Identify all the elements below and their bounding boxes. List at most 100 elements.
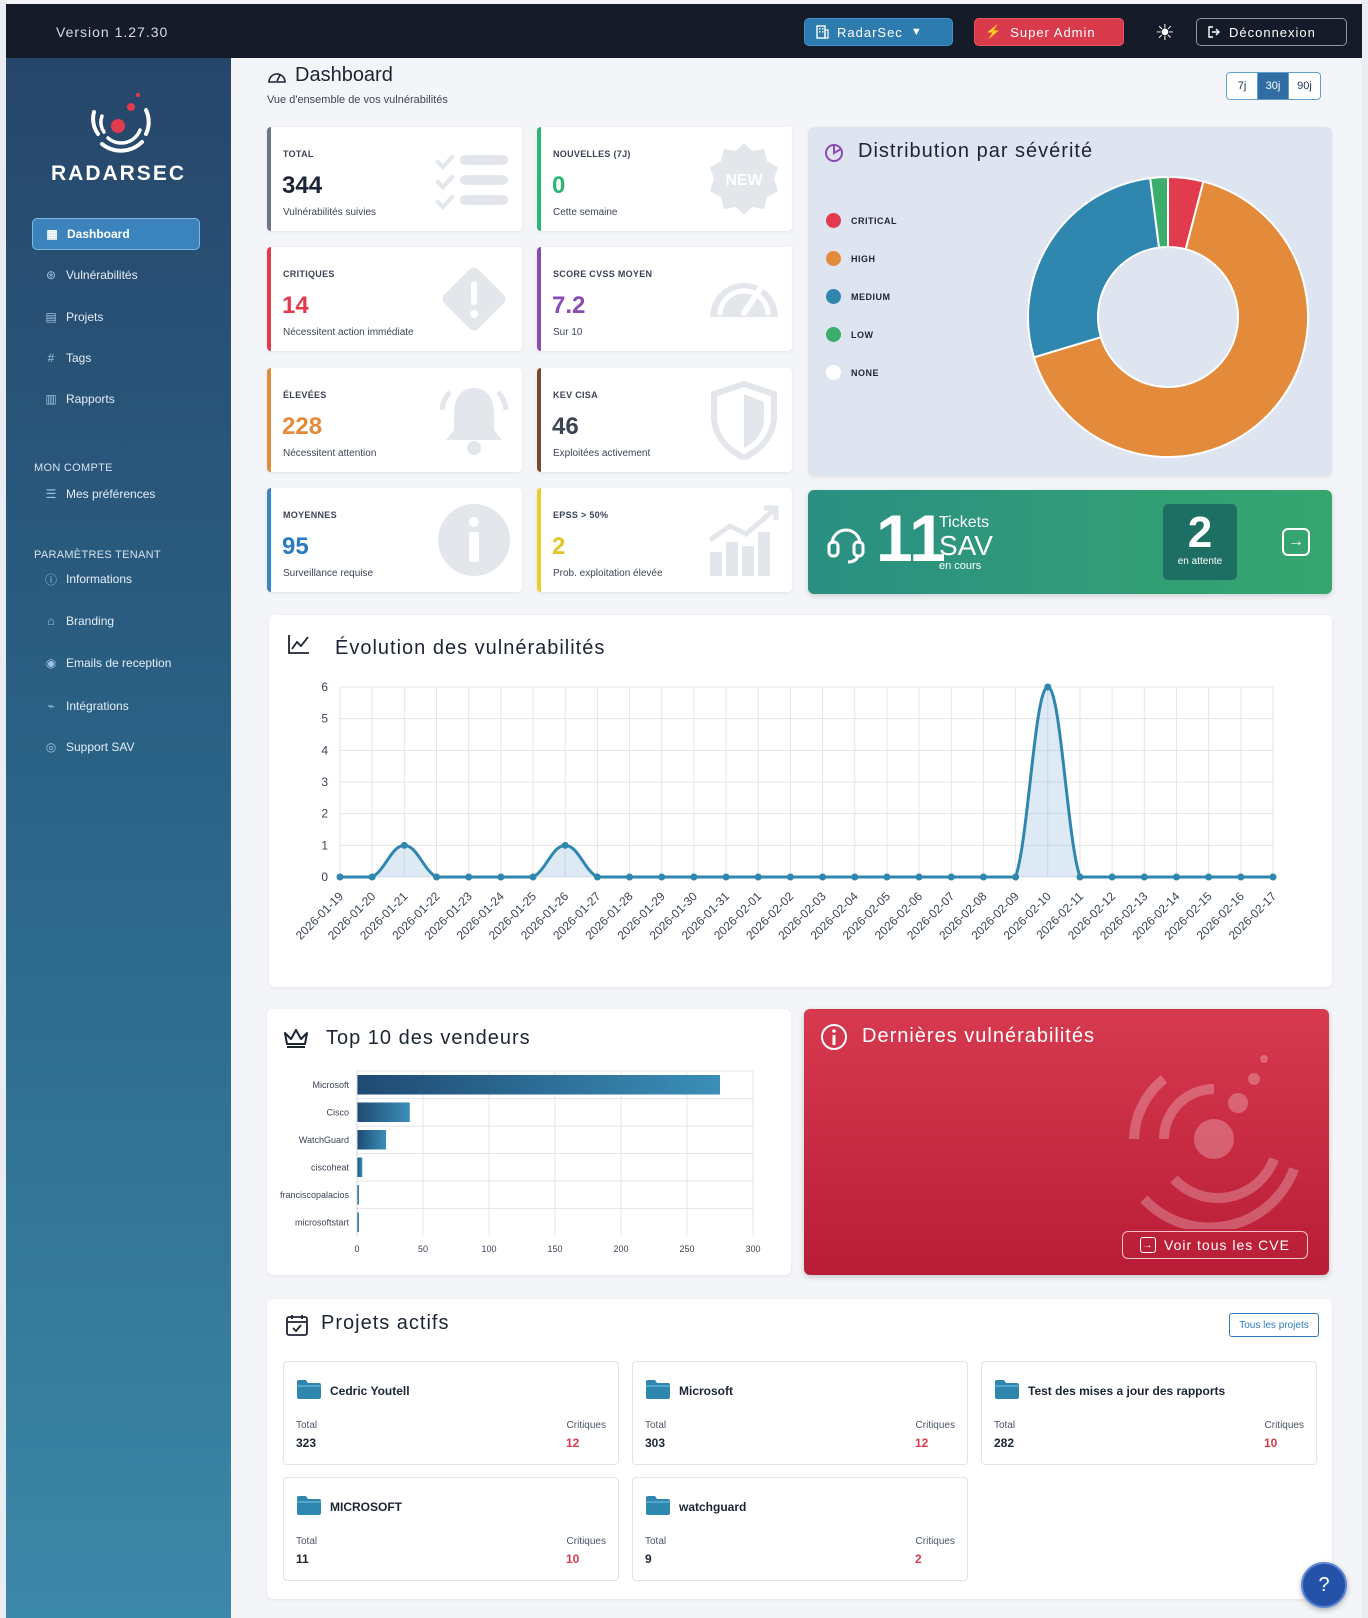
stat-card-elevees[interactable]: ÉLEVÉES 228 Nécessitent attention bbox=[267, 368, 522, 472]
project-total-label: Total bbox=[645, 1536, 667, 1547]
report-icon: ▥ bbox=[45, 392, 57, 406]
stat-card-total[interactable]: TOTAL 344 Vulnérabilités suivies bbox=[267, 127, 522, 231]
data-point bbox=[497, 873, 505, 881]
x-tick-label: 0 bbox=[354, 1244, 359, 1254]
stat-sub: Prob. exploitation élevée bbox=[553, 568, 663, 579]
project-total-value: 9 bbox=[645, 1552, 652, 1566]
legend-low[interactable]: LOW bbox=[826, 327, 874, 342]
project-total-value: 282 bbox=[994, 1436, 1015, 1450]
stat-sub: Nécessitent attention bbox=[283, 448, 377, 459]
bar-ciscoheat bbox=[357, 1157, 363, 1177]
theme-toggle-sun-icon[interactable]: ☀ bbox=[1155, 20, 1175, 46]
stat-card-cvss[interactable]: SCORE CVSS MOYEN 7.2 Sur 10 bbox=[537, 247, 792, 351]
project-card[interactable]: Microsoft Total 303 Critiques 12 bbox=[632, 1361, 968, 1465]
folder-icon bbox=[297, 1380, 321, 1399]
range-90j-button[interactable]: 90j bbox=[1289, 73, 1320, 99]
y-tick-label: 5 bbox=[321, 712, 328, 726]
legend-critical[interactable]: CRITICAL bbox=[826, 213, 897, 228]
legend-label: LOW bbox=[851, 329, 874, 340]
project-card[interactable]: MICROSOFT Total 11 Critiques 10 bbox=[283, 1477, 619, 1581]
new-badge-icon: NEW bbox=[710, 143, 778, 215]
bar-microsoft bbox=[357, 1075, 720, 1095]
section-mon-compte: MON COMPTE bbox=[34, 462, 113, 474]
page-title: Dashboard bbox=[267, 64, 393, 87]
tickets-sav-card[interactable]: 11 Tickets SAV en cours 2 en attente → bbox=[808, 490, 1332, 594]
hash-icon: # bbox=[47, 351, 55, 365]
sidebar-item-emails[interactable]: ◉ Emails de reception bbox=[32, 647, 200, 679]
info-circle-icon bbox=[438, 504, 510, 576]
stat-value: 2 bbox=[552, 533, 566, 560]
folder-icon bbox=[646, 1380, 670, 1399]
line-chart-icon bbox=[288, 635, 309, 654]
mail-icon: ◉ bbox=[45, 656, 57, 670]
data-point bbox=[851, 873, 859, 881]
stat-label: TOTAL bbox=[283, 149, 314, 159]
open-tickets-arrow-icon[interactable]: → bbox=[1282, 528, 1310, 556]
range-7j-button[interactable]: 7j bbox=[1227, 73, 1258, 99]
tickets-status-label: en cours bbox=[939, 560, 982, 572]
support-icon: ◎ bbox=[45, 740, 57, 754]
super-admin-button[interactable]: ⚡ Super Admin bbox=[974, 18, 1124, 46]
project-critical-value: 10 bbox=[566, 1552, 580, 1566]
legend-swatch bbox=[826, 365, 841, 380]
sidebar-item-label: Projets bbox=[66, 310, 104, 324]
sidebar-item-rapports[interactable]: ▥ Rapports bbox=[32, 383, 200, 415]
legend-none[interactable]: NONE bbox=[826, 365, 879, 380]
folder-icon bbox=[995, 1380, 1019, 1399]
logout-button[interactable]: Déconnexion bbox=[1196, 18, 1347, 46]
folder-icon: ▤ bbox=[45, 310, 57, 324]
growth-chart-icon bbox=[708, 505, 779, 576]
stat-card-critiques[interactable]: CRITIQUES 14 Nécessitent action immédiat… bbox=[267, 247, 522, 351]
sidebar-item-informations[interactable]: ⓘ Informations bbox=[32, 563, 200, 595]
data-point bbox=[819, 873, 827, 881]
legend-medium[interactable]: MEDIUM bbox=[826, 289, 891, 304]
tenant-switcher-button[interactable]: RadarSec ▼ bbox=[804, 18, 953, 46]
stat-sub: Cette semaine bbox=[553, 207, 618, 218]
sidebar-item-label: Tags bbox=[66, 351, 92, 365]
sidebar-item-label: Support SAV bbox=[66, 740, 135, 754]
headset-icon bbox=[827, 528, 865, 564]
sidebar-item-projets[interactable]: ▤ Projets bbox=[32, 301, 200, 333]
legend-label: MEDIUM bbox=[851, 291, 891, 302]
project-card[interactable]: Test des mises a jour des rapports Total… bbox=[981, 1361, 1317, 1465]
sidebar-item-integrations[interactable]: ⌁ Intégrations bbox=[32, 690, 200, 722]
dashboard-icon: ▦ bbox=[46, 227, 58, 241]
sidebar-item-branding[interactable]: ⌂ Branding bbox=[32, 605, 200, 637]
tickets-pending-count: 2 bbox=[1187, 508, 1213, 557]
radarsec-logo[interactable] bbox=[80, 82, 160, 162]
stat-card-moyennes[interactable]: MOYENNES 95 Surveillance requise bbox=[267, 488, 522, 592]
stat-card-nouvelles[interactable]: NOUVELLES (7J) 0 Cette semaine NEW bbox=[537, 127, 792, 231]
severity-title: Distribution par sévérité bbox=[858, 140, 1094, 162]
project-name: Microsoft bbox=[679, 1384, 733, 1398]
help-question-icon[interactable]: ? bbox=[1301, 1562, 1347, 1608]
sidebar-item-label: Vulnérabilités bbox=[66, 268, 138, 282]
latest-vulnerabilities-card: Dernières vulnérabilités → Voir tous les… bbox=[804, 1009, 1329, 1275]
view-all-cve-button[interactable]: → Voir tous les CVE bbox=[1122, 1231, 1308, 1259]
data-point bbox=[722, 873, 730, 881]
data-point bbox=[1012, 873, 1020, 881]
vendors-bar-chart: 0 50 100 150 200 250 300 Microsoft Cisco WatchGua… bbox=[280, 1070, 761, 1254]
sidebar-item-preferences[interactable]: ☰ Mes préférences bbox=[32, 478, 200, 510]
sidebar-item-vulnerabilites[interactable]: ⊛ Vulnérabilités bbox=[32, 259, 200, 291]
sidebar-item-tags[interactable]: # Tags bbox=[32, 342, 200, 374]
x-tick-label: 50 bbox=[418, 1244, 428, 1254]
range-30j-button[interactable]: 30j bbox=[1258, 73, 1289, 99]
data-point bbox=[658, 873, 666, 881]
project-name: MICROSOFT bbox=[330, 1500, 402, 1514]
y-tick-label: Microsoft bbox=[312, 1080, 349, 1090]
y-tick-label: 2 bbox=[321, 807, 328, 821]
project-total-label: Total bbox=[296, 1420, 318, 1431]
all-projects-button[interactable]: Tous les projets bbox=[1229, 1313, 1319, 1337]
severity-distribution-card: Distribution par sévérité CRITICAL HIGH … bbox=[808, 127, 1332, 476]
gauge-icon bbox=[710, 282, 778, 317]
legend-high[interactable]: HIGH bbox=[826, 251, 876, 266]
caret-down-icon: ▼ bbox=[910, 26, 923, 38]
data-point bbox=[368, 873, 376, 881]
stat-card-epss[interactable]: EPSS > 50% 2 Prob. exploitation élevée bbox=[537, 488, 792, 592]
sidebar-item-dashboard[interactable]: ▦ Dashboard bbox=[32, 218, 200, 250]
project-card[interactable]: Cedric Youtell Total 323 Critiques 12 bbox=[283, 1361, 619, 1465]
sidebar-item-support[interactable]: ◎ Support SAV bbox=[32, 731, 200, 763]
project-card[interactable]: watchguard Total 9 Critiques 2 bbox=[632, 1477, 968, 1581]
stat-card-kev-cisa[interactable]: KEV CISA 46 Exploitées activement bbox=[537, 368, 792, 472]
calendar-check-icon bbox=[286, 1315, 308, 1336]
